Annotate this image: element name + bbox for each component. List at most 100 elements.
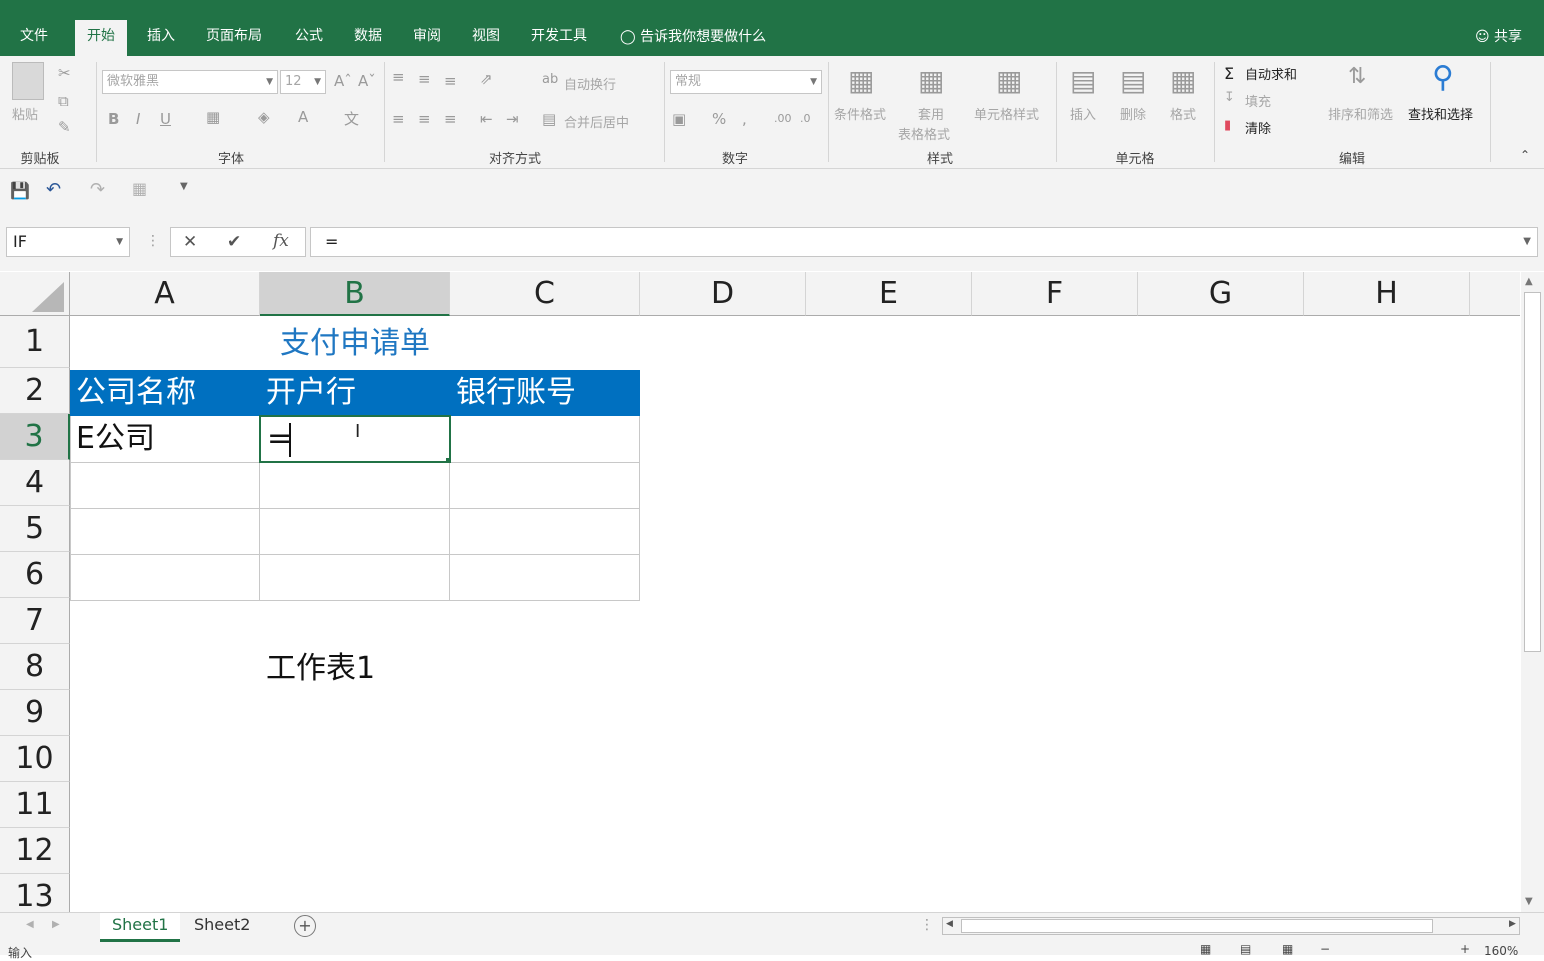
fill-button[interactable]: 填充 [1245, 91, 1271, 110]
borders-icon[interactable]: ▦ [206, 108, 220, 126]
drag-handle-icon[interactable]: ⋮ [920, 917, 934, 933]
cell-a3[interactable]: E公司 [70, 417, 260, 461]
format-as-table-line1[interactable]: 套用 [918, 104, 944, 123]
format-cells-button[interactable]: 格式 [1170, 104, 1196, 123]
col-header-e[interactable]: E [806, 272, 972, 316]
header-bank[interactable]: 开户行 [260, 371, 450, 415]
bold-icon[interactable]: B [108, 110, 119, 128]
align-right-icon[interactable]: ≡ [444, 110, 457, 128]
zoom-level[interactable]: 160% [1484, 944, 1518, 958]
collapse-ribbon-icon[interactable]: ⌃ [1520, 148, 1530, 162]
row-header-7[interactable]: 7 [0, 598, 70, 644]
number-format-combo[interactable]: 常规 ▼ [670, 70, 822, 94]
undo-icon[interactable]: ↶ [46, 179, 61, 200]
fill-color-icon[interactable]: ◈ [258, 108, 270, 126]
sheet-title-cell[interactable]: 支付申请单 [70, 322, 640, 366]
sheet-tab-sheet1[interactable]: Sheet1 [100, 913, 181, 942]
tab-home[interactable]: 开始 [75, 20, 127, 56]
cancel-icon[interactable]: ✕ [183, 232, 197, 252]
col-header-f[interactable]: F [972, 272, 1138, 316]
horizontal-scrollbar[interactable]: ◀ ▶ [942, 917, 1520, 935]
increase-indent-icon[interactable]: ⇥ [506, 110, 519, 128]
enter-icon[interactable]: ✔ [227, 232, 241, 252]
tab-data[interactable]: 数据 [342, 20, 394, 56]
paste-icon[interactable] [12, 62, 44, 100]
tab-file[interactable]: 文件 [8, 20, 60, 56]
name-box[interactable]: IF ▼ [6, 227, 130, 257]
accounting-icon[interactable]: ▣ [672, 110, 686, 128]
align-bottom-icon[interactable]: ≡ [444, 72, 457, 90]
cell-b3-active[interactable]: = I [259, 415, 451, 463]
tab-review[interactable]: 审阅 [401, 20, 453, 56]
font-color-icon[interactable]: A [298, 108, 308, 126]
align-middle-icon[interactable]: ≡ [418, 70, 431, 88]
wrap-text-button[interactable]: 自动换行 [564, 74, 616, 93]
format-as-table-line2[interactable]: 表格格式 [898, 124, 950, 143]
align-center-icon[interactable]: ≡ [418, 110, 431, 128]
touch-mode-icon[interactable]: ▦ [132, 179, 147, 198]
format-painter-icon[interactable]: ✎ [58, 118, 71, 136]
merge-center-button[interactable]: 合并后居中 [564, 112, 629, 131]
next-sheet-icon[interactable]: ▶ [52, 919, 60, 930]
worksheet-grid[interactable]: A B C D E F G H 1 2 3 4 5 6 7 8 9 10 11 … [0, 272, 1520, 912]
insert-function-icon[interactable]: fx [273, 231, 289, 251]
comma-icon[interactable]: , [742, 110, 747, 128]
row-header-13[interactable]: 13 [0, 874, 70, 912]
scroll-left-icon[interactable]: ◀ [946, 919, 953, 929]
tab-developer[interactable]: 开发工具 [519, 20, 599, 56]
row-header-3[interactable]: 3 [0, 414, 70, 460]
align-top-icon[interactable]: ≡ [392, 68, 405, 86]
row-header-10[interactable]: 10 [0, 736, 70, 782]
cut-icon[interactable]: ✂ [58, 64, 71, 82]
share-button[interactable]: ☺ 共享 [1475, 20, 1522, 56]
customize-qat-icon[interactable]: ▼ [180, 181, 188, 192]
row-header-2[interactable]: 2 [0, 368, 70, 414]
grow-font-icon[interactable]: Aˆ [334, 72, 352, 90]
delete-cells-button[interactable]: 删除 [1120, 104, 1146, 123]
redo-icon[interactable]: ↷ [90, 179, 105, 200]
row-header-4[interactable]: 4 [0, 460, 70, 506]
font-name-combo[interactable]: 微软雅黑 ▼ [102, 70, 278, 94]
select-all-button[interactable] [0, 272, 70, 316]
zoom-in-icon[interactable]: + [1460, 942, 1470, 956]
autosum-button[interactable]: 自动求和 [1245, 64, 1297, 83]
paste-button[interactable]: 粘贴 [12, 104, 38, 123]
formula-input[interactable]: = ▼ [310, 227, 1538, 257]
hscroll-thumb[interactable] [961, 919, 1433, 933]
fill-handle[interactable] [446, 458, 451, 463]
sheet-tab-sheet2[interactable]: Sheet2 [182, 913, 262, 939]
conditional-formatting-button[interactable]: 条件格式 [834, 104, 886, 123]
col-header-g[interactable]: G [1138, 272, 1304, 316]
scroll-right-icon[interactable]: ▶ [1509, 919, 1516, 929]
tab-page-layout[interactable]: 页面布局 [194, 20, 274, 56]
row-header-8[interactable]: 8 [0, 644, 70, 690]
cell-b8[interactable]: 工作表1 [260, 647, 450, 691]
tab-insert[interactable]: 插入 [135, 20, 187, 56]
row-header-1[interactable]: 1 [0, 316, 70, 368]
percent-icon[interactable]: % [712, 110, 726, 128]
orientation-icon[interactable]: ⇗ [480, 70, 493, 88]
header-account[interactable]: 银行账号 [450, 371, 640, 415]
shrink-font-icon[interactable]: Aˇ [358, 72, 376, 90]
row-header-12[interactable]: 12 [0, 828, 70, 874]
save-icon[interactable]: 💾 [10, 181, 30, 200]
col-header-a[interactable]: A [70, 272, 260, 316]
italic-icon[interactable]: I [136, 110, 140, 128]
tab-formulas[interactable]: 公式 [283, 20, 335, 56]
add-sheet-icon[interactable]: + [294, 915, 316, 937]
phonetic-icon[interactable]: 文 [344, 108, 359, 129]
col-header-b[interactable]: B [260, 272, 450, 316]
header-company-name[interactable]: 公司名称 [70, 371, 260, 415]
copy-icon[interactable]: ⧉ [58, 92, 69, 110]
prev-sheet-icon[interactable]: ◀ [26, 919, 34, 930]
cell-styles-button[interactable]: 单元格样式 [974, 104, 1039, 123]
find-select-button[interactable]: 查找和选择 [1408, 104, 1473, 123]
clear-button[interactable]: 清除 [1245, 118, 1271, 137]
increase-decimal-icon[interactable]: .00 [774, 112, 792, 125]
row-header-6[interactable]: 6 [0, 552, 70, 598]
decrease-indent-icon[interactable]: ⇤ [480, 110, 493, 128]
col-header-d[interactable]: D [640, 272, 806, 316]
align-left-icon[interactable]: ≡ [392, 110, 405, 128]
col-header-h[interactable]: H [1304, 272, 1470, 316]
row-header-11[interactable]: 11 [0, 782, 70, 828]
